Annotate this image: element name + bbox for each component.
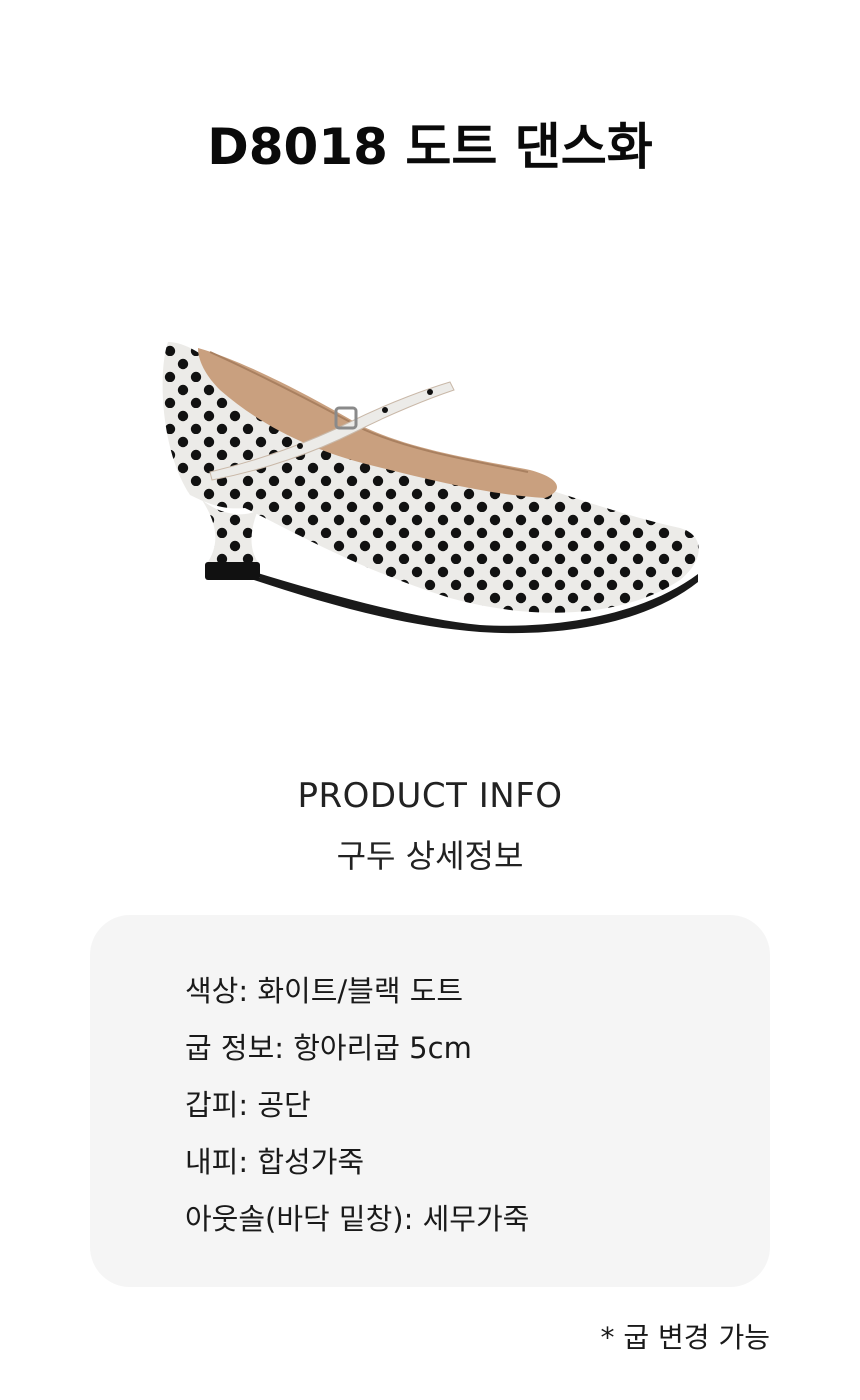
spec-panel: 색상: 화이트/블랙 도트 굽 정보: 항아리굽 5cm 갑피: 공단 내피: … [90, 915, 770, 1287]
product-image [150, 330, 720, 640]
product-info-subheading: 구두 상세정보 [336, 837, 524, 875]
spec-color: 색상: 화이트/블랙 도트 [185, 974, 464, 1008]
spec-heel: 굽 정보: 항아리굽 5cm [185, 1031, 472, 1065]
spec-list: 색상: 화이트/블랙 도트 굽 정보: 항아리굽 5cm 갑피: 공단 내피: … [185, 963, 529, 1248]
spec-lining: 내피: 합성가죽 [185, 1145, 365, 1179]
spec-upper: 갑피: 공단 [185, 1088, 311, 1122]
product-title: D8018 도트 댄스화 [207, 118, 653, 176]
heel-change-note: * 굽 변경 가능 [600, 1321, 770, 1354]
product-info-heading: PRODUCT INFO [297, 776, 563, 816]
spec-outsole: 아웃솔(바닥 밑창): 세무가죽 [185, 1202, 530, 1236]
shoe-icon [162, 342, 699, 634]
